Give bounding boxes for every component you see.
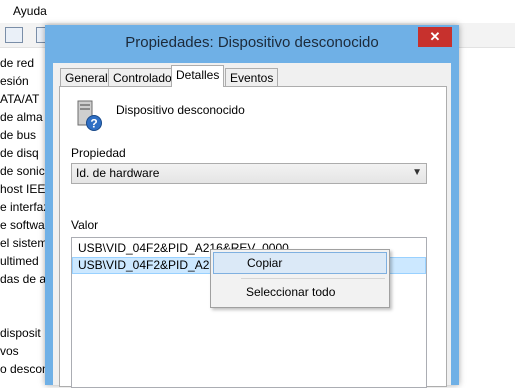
menu-ayuda[interactable]: Ayuda <box>13 4 47 18</box>
tab-controlador[interactable]: Controlador <box>108 68 181 87</box>
device-tree: de red esión ATA/AT de alma de bus de di… <box>0 52 46 381</box>
tree-item[interactable]: e interfaz <box>0 198 46 216</box>
tree-item[interactable]: de red <box>0 54 46 72</box>
tree-item[interactable]: de bus <box>0 126 46 144</box>
dialog-body: General Controlador Detalles Eventos ? D… <box>53 63 451 388</box>
device-name: Dispositivo desconocido <box>116 103 245 117</box>
chevron-down-icon: ▼ <box>412 167 422 178</box>
tree-item[interactable]: de alma <box>0 108 46 126</box>
tree-item[interactable]: o descon <box>0 360 46 378</box>
close-button[interactable]: ✕ <box>418 27 452 47</box>
properties-icon[interactable] <box>5 27 23 43</box>
menu-item-seleccionar-todo[interactable]: Seleccionar todo <box>213 281 385 303</box>
tree-item[interactable]: el sistem <box>0 234 46 252</box>
svg-text:?: ? <box>90 117 97 131</box>
tree-item[interactable]: esión <box>0 72 46 90</box>
unknown-device-icon: ? <box>77 100 102 131</box>
tree-item[interactable]: ultimed <box>0 252 46 270</box>
property-label: Propiedad <box>71 146 126 160</box>
tree-item[interactable]: host IEE <box>0 180 46 198</box>
context-menu: Copiar Seleccionar todo <box>210 249 390 308</box>
tree-item[interactable]: ATA/AT <box>0 90 46 108</box>
tree-item[interactable]: das de a <box>0 270 46 288</box>
menu-item-label: Seleccionar todo <box>246 285 336 299</box>
properties-dialog: Propiedades: Dispositivo desconocido ✕ G… <box>45 25 459 388</box>
tree-item[interactable]: de sonic <box>0 162 46 180</box>
dialog-title[interactable]: Propiedades: Dispositivo desconocido <box>45 34 459 51</box>
tab-eventos[interactable]: Eventos <box>225 68 279 87</box>
tree-item[interactable]: e softwa <box>0 216 46 234</box>
tree-item[interactable]: vos <box>0 342 46 360</box>
menu-item-copiar[interactable]: Copiar <box>213 252 387 274</box>
property-select-value: Id. de hardware <box>76 166 160 180</box>
menu-bar: Ayuda <box>0 0 515 22</box>
menu-separator <box>241 278 385 279</box>
tab-general[interactable]: General <box>60 68 113 87</box>
tree-item[interactable]: disposit <box>0 324 46 342</box>
tree-item[interactable]: de disq <box>0 144 46 162</box>
tab-detalles[interactable]: Detalles <box>171 65 225 87</box>
value-label: Valor <box>71 218 99 232</box>
property-select[interactable]: Id. de hardware ▼ <box>71 163 427 184</box>
menu-item-label: Copiar <box>247 256 283 270</box>
details-panel: ? Dispositivo desconocido Propiedad Id. … <box>59 86 447 388</box>
